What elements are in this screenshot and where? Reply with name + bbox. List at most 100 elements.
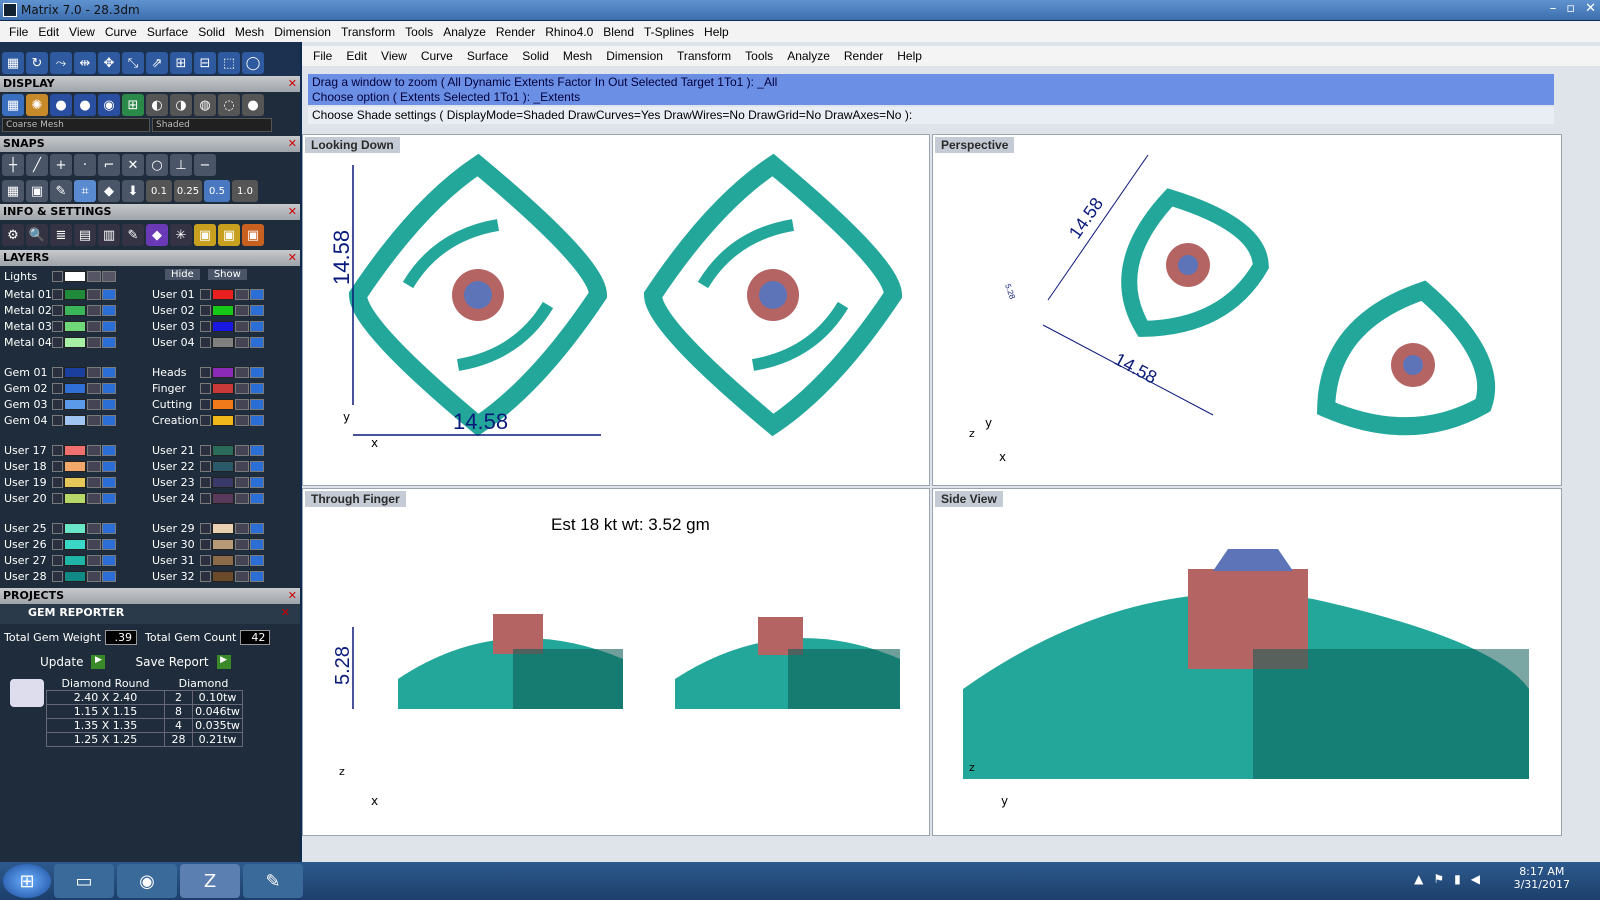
layer-color-swatch[interactable]: [64, 304, 86, 316]
visibility-icon[interactable]: [250, 522, 264, 534]
zoom-icon[interactable]: 🔍: [26, 224, 48, 246]
layer-row[interactable]: Gem 03: [0, 396, 145, 412]
layer-row[interactable]: Heads: [148, 364, 293, 380]
visibility-icon[interactable]: [250, 492, 264, 504]
close-icon[interactable]: ✕: [288, 136, 297, 152]
layer-color-swatch[interactable]: [212, 336, 234, 348]
layer-color-swatch[interactable]: [64, 398, 86, 410]
visibility-icon[interactable]: [102, 336, 116, 348]
snap-step-10[interactable]: 1.0: [232, 180, 258, 202]
layer-color-swatch[interactable]: [64, 288, 86, 300]
menu-surface[interactable]: Surface: [142, 25, 193, 39]
layer-row[interactable]: Metal 01: [0, 286, 145, 302]
expand-icon[interactable]: [52, 304, 63, 316]
expand-icon[interactable]: [52, 444, 63, 456]
snap-perp-icon[interactable]: ⊥: [170, 154, 192, 176]
snap-point-icon[interactable]: +: [50, 154, 72, 176]
layer-color-swatch[interactable]: [212, 320, 234, 332]
maximize-button[interactable]: ▫: [1566, 1, 1575, 16]
expand-icon[interactable]: [200, 476, 211, 488]
visibility-icon[interactable]: [250, 320, 264, 332]
layer-row[interactable]: User 17: [0, 442, 145, 458]
lock-icon[interactable]: [235, 288, 249, 300]
layer-row[interactable]: Metal 02: [0, 302, 145, 318]
inner-menu-curve[interactable]: Curve: [414, 49, 460, 63]
viewport-perspective[interactable]: Perspective 14.58 14.58 5.28 z y x: [932, 134, 1562, 486]
layers-panel-header[interactable]: LAYERS ✕: [0, 250, 300, 266]
layer-row[interactable]: User 30: [148, 536, 293, 552]
planar-icon[interactable]: ◆: [98, 180, 120, 202]
lock-icon[interactable]: [87, 460, 101, 472]
visibility-icon[interactable]: [250, 398, 264, 410]
menu-render[interactable]: Render: [491, 25, 540, 39]
visibility-icon[interactable]: [102, 366, 116, 378]
visibility-icon[interactable]: [250, 476, 264, 488]
expand-icon[interactable]: [200, 320, 211, 332]
expand-icon[interactable]: [200, 336, 211, 348]
settings-icon[interactable]: ⚙: [2, 224, 24, 246]
twist-tool-icon[interactable]: ⤳: [50, 52, 72, 74]
menu-dimension[interactable]: Dimension: [269, 25, 336, 39]
circle-tool-icon[interactable]: ◯: [242, 52, 264, 74]
expand-icon[interactable]: [200, 522, 211, 534]
network-icon[interactable]: ▮: [1454, 872, 1461, 886]
visibility-icon[interactable]: [102, 320, 116, 332]
layer-row[interactable]: User 23: [148, 474, 293, 490]
scale-tool-icon[interactable]: ⤡: [122, 52, 144, 74]
visibility-icon[interactable]: [102, 304, 116, 316]
expand-icon[interactable]: [52, 336, 63, 348]
layer-row[interactable]: User 24: [148, 490, 293, 506]
expand-icon[interactable]: [200, 414, 211, 426]
viewport-side-view[interactable]: Side View z y: [932, 488, 1562, 836]
layer-row[interactable]: User 28: [0, 568, 145, 584]
gold-sphere-icon[interactable]: ●: [242, 94, 264, 116]
inner-menu-transform[interactable]: Transform: [670, 49, 738, 63]
close-icon[interactable]: ✕: [288, 76, 297, 92]
inner-menu-render[interactable]: Render: [837, 49, 890, 63]
lock-icon[interactable]: [235, 554, 249, 566]
menu-curve[interactable]: Curve: [100, 25, 142, 39]
expand-icon[interactable]: [52, 288, 63, 300]
visibility-icon[interactable]: [250, 366, 264, 378]
menu-rhino4[interactable]: Rhino4.0: [540, 25, 598, 39]
layer-row[interactable]: Creation: [148, 412, 293, 428]
expand-icon[interactable]: [200, 554, 211, 566]
visibility-icon[interactable]: [102, 382, 116, 394]
info-panel-header[interactable]: INFO & SETTINGS ✕: [0, 204, 300, 220]
snap-circle-icon[interactable]: ○: [146, 154, 168, 176]
lock-icon[interactable]: [87, 444, 101, 456]
osnap-icon[interactable]: ⬇: [122, 180, 144, 202]
visibility-icon[interactable]: [102, 554, 116, 566]
layer-color-swatch[interactable]: [212, 538, 234, 550]
visibility-icon[interactable]: [102, 492, 116, 504]
flow-tool-icon[interactable]: ⇗: [146, 52, 168, 74]
matrix-app-icon[interactable]: Z: [180, 864, 240, 898]
lock-icon[interactable]: [235, 336, 249, 348]
layer-color-swatch[interactable]: [212, 398, 234, 410]
layer-row[interactable]: Metal 03: [0, 318, 145, 334]
expand-icon[interactable]: [200, 444, 211, 456]
tray-arrow-icon[interactable]: ▲: [1414, 872, 1423, 886]
layer-color-swatch[interactable]: [212, 414, 234, 426]
command-prompt[interactable]: Choose Shade settings ( DisplayMode=Shad…: [308, 107, 1554, 124]
gem-sphere-icon[interactable]: ◌: [218, 94, 240, 116]
layer-row[interactable]: User 04: [148, 334, 293, 350]
chrome-icon[interactable]: ◉: [117, 864, 177, 898]
expand-icon[interactable]: [200, 288, 211, 300]
visibility-icon[interactable]: [102, 476, 116, 488]
inner-menu-edit[interactable]: Edit: [339, 49, 374, 63]
cube-icon[interactable]: ▣: [26, 180, 48, 202]
ortho-icon[interactable]: ⌗: [74, 180, 96, 202]
hide-button[interactable]: Hide: [165, 269, 200, 280]
expand-icon[interactable]: [52, 570, 63, 582]
projects-panel-header[interactable]: PROJECTS ✕: [0, 588, 300, 604]
expand-icon[interactable]: [52, 460, 63, 472]
expand-icon[interactable]: [200, 492, 211, 504]
layer-row[interactable]: User 32: [148, 568, 293, 584]
lock-icon[interactable]: [235, 538, 249, 550]
expand-icon[interactable]: [52, 270, 63, 282]
inner-menu-solid[interactable]: Solid: [515, 49, 556, 63]
menu-edit[interactable]: Edit: [33, 25, 64, 39]
flag-icon[interactable]: ⚑: [1433, 872, 1444, 886]
edit-icon[interactable]: ✎: [122, 224, 144, 246]
